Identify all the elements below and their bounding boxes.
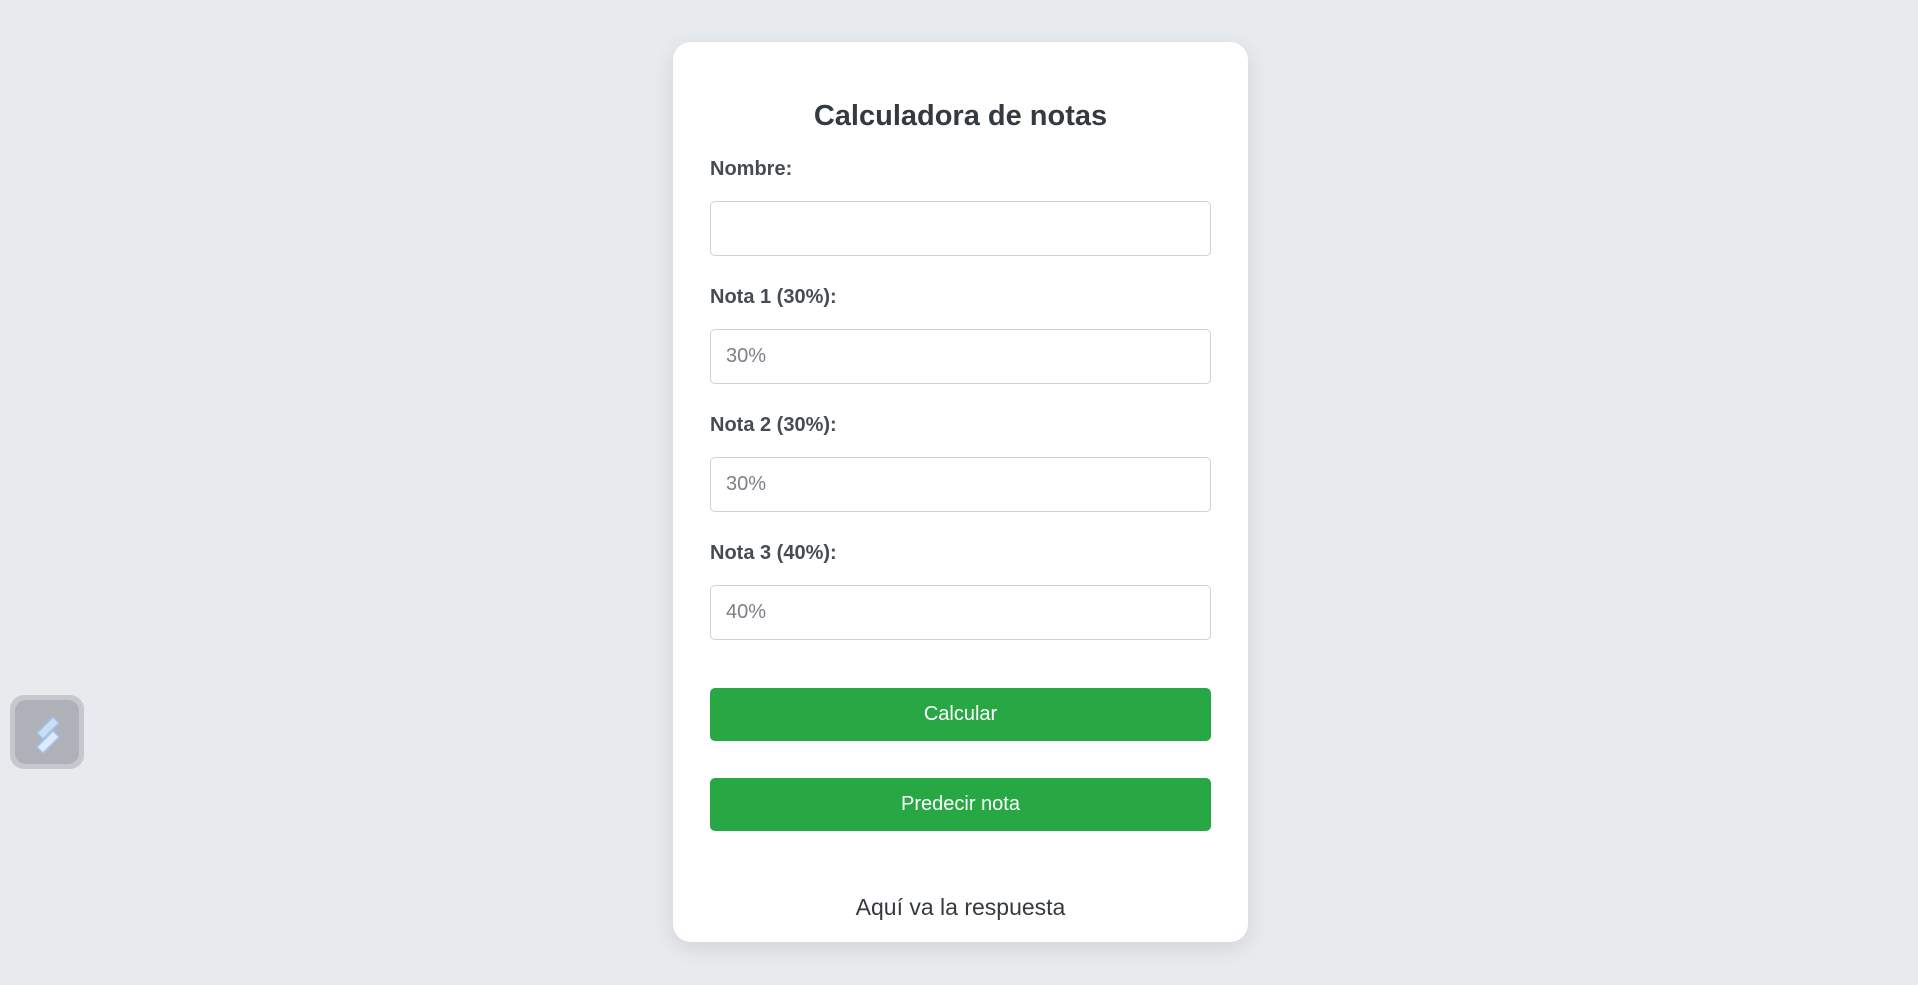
grade3-input[interactable]	[710, 585, 1211, 640]
result-text: Aquí va la respuesta	[855, 894, 1066, 920]
widget-inner	[15, 700, 79, 764]
grade2-label: Nota 2 (30%):	[710, 414, 837, 436]
page-title: Calculadora de notas	[813, 100, 1108, 132]
pen-icon	[35, 715, 61, 753]
grade2-input[interactable]	[710, 457, 1211, 512]
floating-widget-button[interactable]	[10, 695, 84, 769]
name-field: Nombre:	[710, 157, 1211, 256]
grade3-field: Nota 3 (40%):	[710, 541, 1211, 640]
grade1-label: Nota 1 (30%):	[710, 286, 837, 308]
name-input[interactable]	[710, 201, 1211, 256]
calculate-button[interactable]: Calcular	[710, 688, 1211, 741]
grade1-input[interactable]	[710, 329, 1211, 384]
grade1-field: Nota 1 (30%):	[710, 285, 1211, 384]
calculator-card: Calculadora de notas Nombre: Nota 1 (30%…	[673, 42, 1248, 942]
name-label: Nombre:	[710, 158, 793, 180]
grade3-label: Nota 3 (40%):	[710, 542, 837, 564]
predict-button[interactable]: Predecir nota	[710, 778, 1211, 831]
grade2-field: Nota 2 (30%):	[710, 413, 1211, 512]
